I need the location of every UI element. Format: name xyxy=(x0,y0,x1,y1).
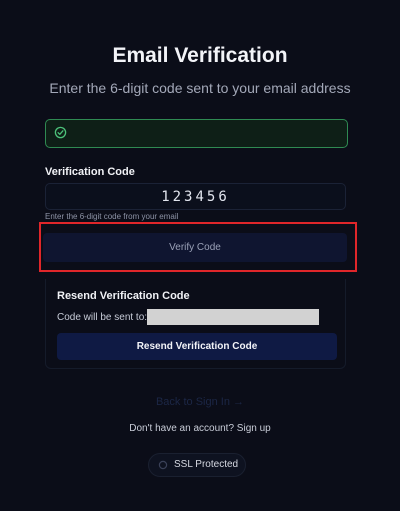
verify-code-button[interactable]: Verify Code xyxy=(43,233,347,262)
sent-to-label: Code will be sent to: xyxy=(57,312,148,323)
back-to-sign-in-link[interactable]: Back to Sign In → xyxy=(0,396,400,408)
resend-title: Resend Verification Code xyxy=(57,290,190,302)
lock-icon xyxy=(158,460,168,470)
page-subtitle: Enter the 6-digit code sent to your emai… xyxy=(49,80,351,96)
check-circle-icon xyxy=(54,126,67,139)
redacted-email xyxy=(147,309,319,325)
ssl-label: SSL Protected xyxy=(174,459,239,470)
page-title: Email Verification xyxy=(112,44,288,67)
resend-code-button[interactable]: Resend Verification Code xyxy=(57,333,337,360)
code-hint: Enter the 6-digit code from your email xyxy=(45,212,179,221)
success-banner xyxy=(45,119,348,148)
verification-code-input[interactable] xyxy=(45,183,346,210)
ssl-badge: SSL Protected xyxy=(148,453,246,477)
verification-code-label: Verification Code xyxy=(45,166,135,178)
sign-up-link[interactable]: Don't have an account? Sign up xyxy=(0,423,400,434)
